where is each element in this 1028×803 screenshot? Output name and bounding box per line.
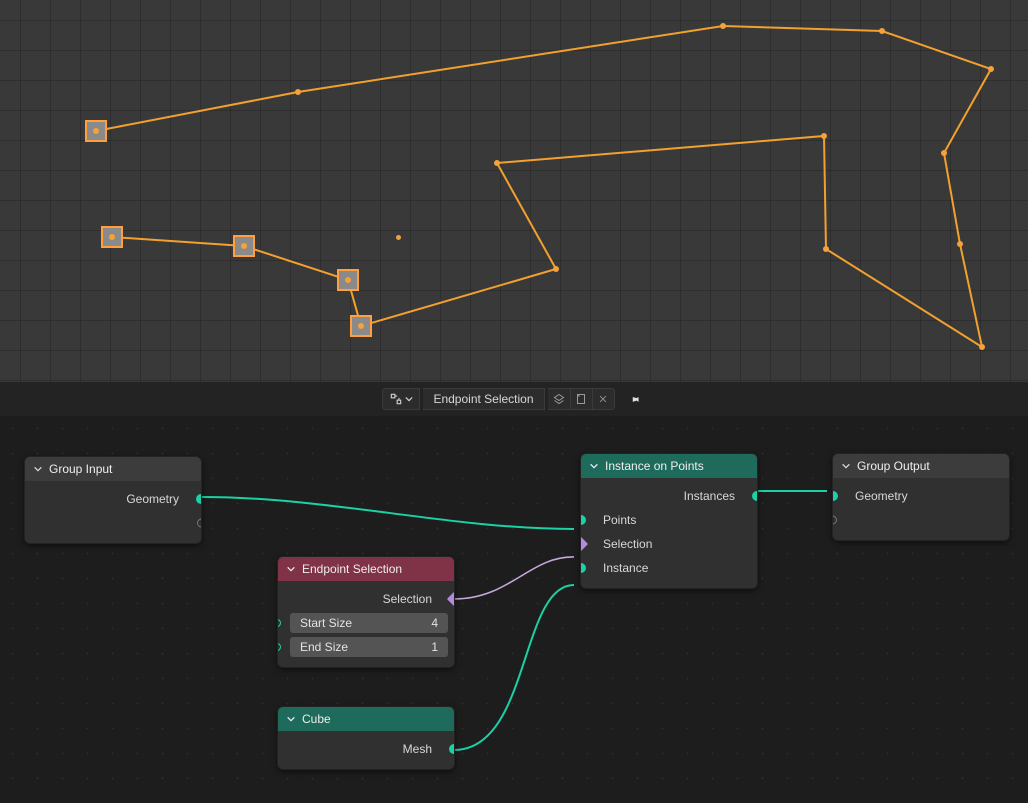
- spline-point: [879, 28, 885, 34]
- end-size-field[interactable]: End Size 1: [290, 637, 448, 657]
- spline-point: [494, 160, 500, 166]
- socket-label: Geometry: [855, 489, 908, 503]
- node-instance-on-points[interactable]: Instance on Points Instances Points Sele…: [580, 453, 758, 589]
- spline-point: [821, 133, 827, 139]
- node-title: Endpoint Selection: [302, 562, 402, 576]
- node-tree-name[interactable]: Endpoint Selection: [423, 388, 544, 410]
- socket-start-size-in[interactable]: [277, 617, 283, 628]
- spline-point: [553, 266, 559, 272]
- node-cube[interactable]: Cube Mesh: [277, 706, 455, 770]
- node-title: Cube: [302, 712, 331, 726]
- spline-point: [941, 150, 947, 156]
- socket-label: Points: [603, 513, 636, 527]
- chevron-down-icon: [33, 464, 43, 474]
- chevron-down-icon: [286, 714, 296, 724]
- spline-point: [241, 243, 247, 249]
- socket-geometry-in[interactable]: [832, 491, 838, 501]
- node-header[interactable]: Group Output: [833, 454, 1009, 478]
- node-header[interactable]: Instance on Points: [581, 454, 757, 478]
- spline-point: [109, 234, 115, 240]
- node-title: Group Output: [857, 459, 930, 473]
- node-title: Group Input: [49, 462, 112, 476]
- socket-end-size-in[interactable]: [277, 641, 283, 652]
- node-editor-header: Endpoint Selection: [0, 382, 1028, 416]
- param-value: 1: [431, 640, 438, 654]
- socket-geometry-out[interactable]: [196, 494, 202, 504]
- spline-point: [823, 246, 829, 252]
- spline-point: [720, 23, 726, 29]
- spline-point: [979, 344, 985, 350]
- node-header[interactable]: Cube: [278, 707, 454, 731]
- spline-curve: [0, 0, 1028, 382]
- param-value: 4: [431, 616, 438, 630]
- socket-virtual-out[interactable]: [197, 519, 202, 528]
- socket-label: Geometry: [126, 492, 179, 506]
- socket-label: Selection: [603, 537, 652, 551]
- start-size-field[interactable]: Start Size 4: [290, 613, 448, 633]
- socket-mesh-out[interactable]: [449, 744, 455, 754]
- socket-instance-in[interactable]: [580, 563, 586, 573]
- param-label: End Size: [300, 640, 348, 654]
- node-header[interactable]: Group Input: [25, 457, 201, 481]
- socket-selection-out[interactable]: [447, 592, 455, 606]
- param-label: Start Size: [300, 616, 352, 630]
- node-title: Instance on Points: [605, 459, 704, 473]
- unlink-icon[interactable]: [592, 389, 614, 409]
- spline-point: [345, 277, 351, 283]
- node-group-input[interactable]: Group Input Geometry: [24, 456, 202, 544]
- socket-points-in[interactable]: [580, 515, 586, 525]
- node-endpoint-selection[interactable]: Endpoint Selection Selection Start Size …: [277, 556, 455, 668]
- socket-label: Instances: [684, 489, 735, 503]
- spline-point: [957, 241, 963, 247]
- spline-point: [93, 128, 99, 134]
- socket-label: Mesh: [403, 742, 432, 756]
- chevron-down-icon: [589, 461, 599, 471]
- chevron-down-icon: [286, 564, 296, 574]
- new-nodetree-icon[interactable]: [570, 389, 592, 409]
- node-group-output[interactable]: Group Output Geometry: [832, 453, 1010, 541]
- node-editor-area[interactable]: Group Input Geometry Instance on Points …: [0, 416, 1028, 803]
- socket-virtual-in[interactable]: [832, 516, 837, 525]
- socket-label: Selection: [383, 592, 432, 606]
- node-tree-dropdown-icon[interactable]: [382, 388, 420, 410]
- socket-instances-out[interactable]: [752, 491, 758, 501]
- spline-point: [295, 89, 301, 95]
- node-header[interactable]: Endpoint Selection: [278, 557, 454, 581]
- cursor-3d: [396, 235, 401, 240]
- spline-point: [988, 66, 994, 72]
- socket-label: Instance: [603, 561, 648, 575]
- spline-point: [358, 323, 364, 329]
- viewport-3d[interactable]: [0, 0, 1028, 382]
- chevron-down-icon: [841, 461, 851, 471]
- fake-user-icon[interactable]: [548, 389, 570, 409]
- pin-icon[interactable]: [622, 388, 646, 410]
- socket-selection-in[interactable]: [580, 537, 588, 551]
